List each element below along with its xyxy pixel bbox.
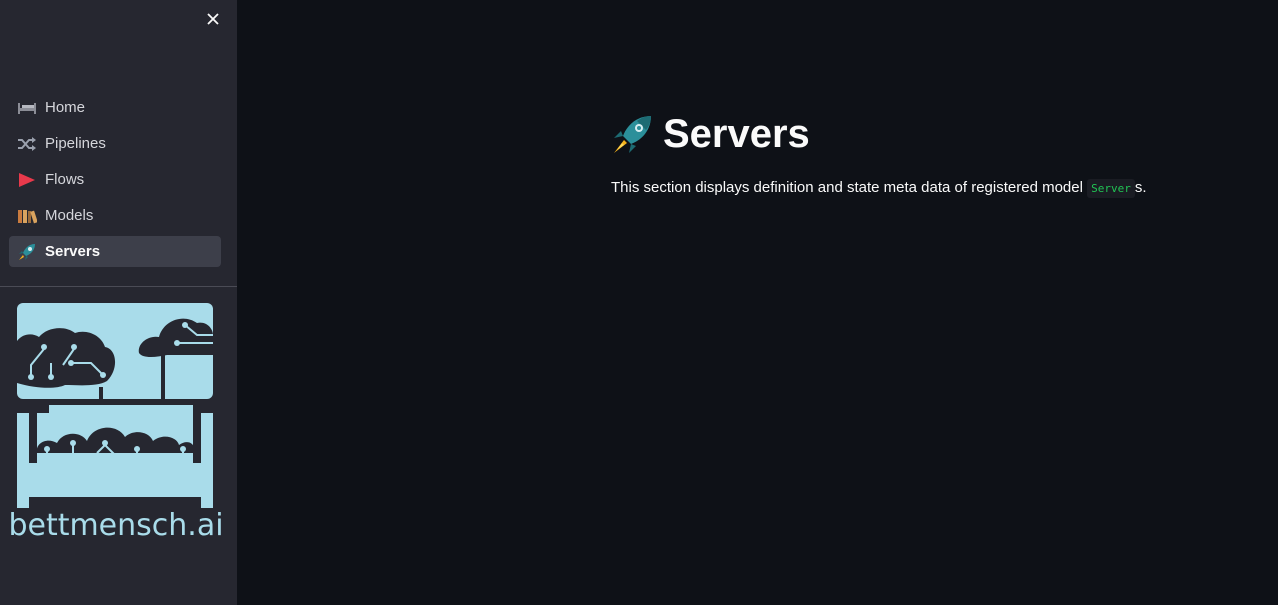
shuffle-icon bbox=[17, 135, 37, 153]
main-content: Servers This section displays definition… bbox=[611, 112, 1231, 198]
sidebar-item-label: Flows bbox=[45, 171, 85, 188]
sidebar-item-label: Models bbox=[45, 207, 94, 224]
sidebar-item-label: Pipelines bbox=[45, 135, 106, 152]
sidebar-divider bbox=[0, 286, 237, 287]
play-triangle-icon bbox=[17, 171, 37, 189]
inline-code: Server bbox=[1087, 179, 1135, 198]
description-suffix: s. bbox=[1134, 179, 1147, 196]
sidebar-item-pipelines[interactable]: Pipelines bbox=[9, 128, 221, 159]
sidebar-item-models[interactable]: Models bbox=[9, 200, 221, 231]
title-row: Servers bbox=[611, 112, 1231, 157]
rocket-icon bbox=[614, 115, 651, 153]
page-description: This section displays definition and sta… bbox=[611, 179, 1231, 198]
logo-text: bettmensch.ai bbox=[8, 508, 224, 543]
sidebar-item-label: Servers bbox=[45, 243, 101, 260]
sidebar-item-flows[interactable]: Flows bbox=[9, 164, 221, 195]
sidebar-item-servers[interactable]: Servers bbox=[9, 236, 221, 267]
sidebar-item-home[interactable]: Home bbox=[9, 92, 221, 123]
bettmensch-logo bbox=[17, 303, 213, 508]
books-icon bbox=[17, 207, 37, 225]
sidebar-nav: Home Pipelines Flows Models Servers bbox=[9, 92, 221, 272]
page-title: Servers bbox=[663, 112, 810, 156]
close-sidebar-button[interactable] bbox=[203, 9, 223, 29]
sidebar: Home Pipelines Flows Models Servers bett… bbox=[0, 0, 237, 605]
sidebar-item-label: Home bbox=[45, 99, 86, 116]
bed-icon bbox=[17, 99, 37, 117]
rocket-icon bbox=[17, 243, 37, 261]
description-text: This section displays definition and sta… bbox=[611, 179, 1088, 196]
close-icon bbox=[207, 13, 219, 25]
